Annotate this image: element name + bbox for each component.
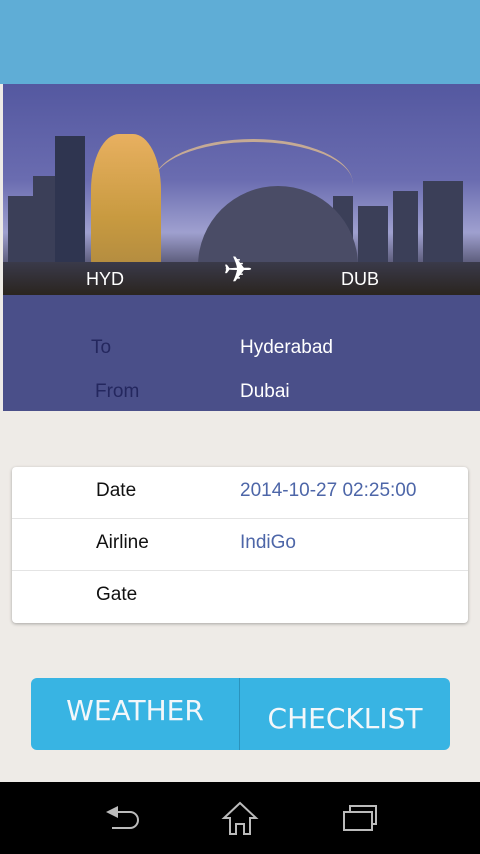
- to-value: Hyderabad: [240, 337, 333, 358]
- airline-value: IndiGo: [240, 532, 296, 553]
- flight-details-card: Date 2014-10-27 02:25:00 Airline IndiGo …: [12, 467, 468, 623]
- route-summary-panel: To Hyderabad From Dubai: [3, 295, 480, 411]
- hero-skyline-image: HYD ✈ DUB: [3, 84, 480, 296]
- action-buttons: WEATHER CHECKLIST: [31, 678, 450, 750]
- to-label: To: [91, 337, 112, 358]
- airplane-icon: ✈: [223, 249, 254, 290]
- gate-label: Gate: [96, 584, 138, 605]
- system-navigation-bar: [0, 782, 480, 854]
- detail-row-date: Date 2014-10-27 02:25:00: [12, 467, 468, 519]
- destination-code: DUB: [341, 269, 380, 289]
- app-header-bar: [0, 0, 480, 84]
- origin-code: HYD: [86, 269, 125, 289]
- from-label: From: [95, 381, 140, 402]
- recent-apps-icon[interactable]: [340, 800, 380, 836]
- date-value: 2014-10-27 02:25:00: [240, 480, 417, 501]
- home-icon[interactable]: [220, 800, 260, 836]
- date-label: Date: [96, 480, 137, 501]
- from-value: Dubai: [240, 381, 290, 402]
- checklist-button[interactable]: CHECKLIST: [240, 678, 450, 750]
- detail-row-airline: Airline IndiGo: [12, 519, 468, 571]
- detail-row-gate: Gate: [12, 571, 468, 623]
- airline-label: Airline: [96, 532, 149, 553]
- back-icon[interactable]: [102, 800, 142, 836]
- weather-button[interactable]: WEATHER: [31, 678, 240, 750]
